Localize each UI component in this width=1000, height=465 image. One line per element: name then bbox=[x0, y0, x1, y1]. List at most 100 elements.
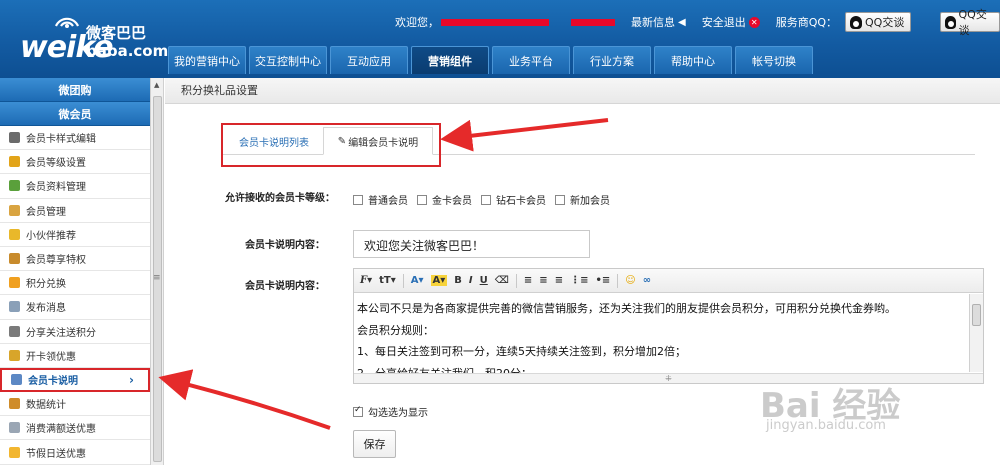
sidebar-item-label: 会员资料管理 bbox=[26, 182, 86, 194]
nav-tab-business-platform[interactable]: 业务平台 bbox=[492, 46, 570, 74]
sidebar-item[interactable]: 小伙伴推荐 bbox=[0, 223, 150, 247]
editor-line: 本公司不只是为各商家提供完善的微信营销服务，还为关注我们的朋友提供会员积分，可用… bbox=[357, 302, 896, 315]
emoji-icon[interactable]: ☺ bbox=[625, 275, 635, 286]
nav-tab-interaction-control[interactable]: 交互控制中心 bbox=[249, 46, 327, 74]
sidebar-item[interactable]: 开卡领优惠 bbox=[0, 344, 150, 368]
unordered-list-icon[interactable]: •≡ bbox=[595, 275, 610, 286]
align-center-icon[interactable]: ≡ bbox=[539, 275, 547, 286]
scroll-up-arrow-icon[interactable]: ▲ bbox=[154, 81, 159, 89]
sidebar-item[interactable]: 节假日送优惠 bbox=[0, 440, 150, 465]
qq-chat-button-1[interactable]: QQ交谈 bbox=[845, 12, 912, 32]
align-left-icon[interactable]: ≡ bbox=[524, 275, 532, 286]
sidebar-item[interactable]: 数据统计 bbox=[0, 392, 150, 417]
nav-tab-help-center[interactable]: 帮助中心 bbox=[654, 46, 732, 74]
welcome-text: 欢迎您， bbox=[395, 14, 615, 30]
sidebar-item[interactable]: 会员卡说明 › bbox=[0, 367, 150, 393]
card-type-option-gold[interactable]: 金卡会员 bbox=[417, 192, 472, 207]
save-button[interactable]: 保存 bbox=[353, 430, 396, 458]
description-body-label: 会员卡说明内容： bbox=[245, 281, 325, 292]
editor-toolbar: F▾ tT▾ A▾ A▾ B I U ⌫ ≡ ≡ ≡ ⋮≡ •≡ ☺ ∞ bbox=[354, 269, 983, 293]
main-nav: 我的营销中心 交互控制中心 互动应用 营销组件 业务平台 行业方案 帮助中心 帐… bbox=[168, 46, 816, 74]
grid-icon bbox=[9, 132, 20, 144]
qq-chat-button-2[interactable]: QQ交谈 bbox=[940, 8, 1000, 37]
nav-tab-interactive-apps[interactable]: 互动应用 bbox=[330, 46, 408, 74]
unlock-icon bbox=[9, 349, 20, 361]
card-type-option-normal[interactable]: 普通会员 bbox=[353, 192, 408, 207]
link-icon[interactable]: ∞ bbox=[643, 275, 651, 286]
nav-tab-industry-solutions[interactable]: 行业方案 bbox=[573, 46, 651, 74]
align-right-icon[interactable]: ≡ bbox=[555, 275, 563, 286]
id-card-icon bbox=[9, 180, 20, 192]
sidebar-group-group-buy[interactable]: 微团购 bbox=[0, 78, 150, 102]
editor-content[interactable]: 本公司不只是为各商家提供完善的微信营销服务，还为关注我们的朋友提供会员积分，可用… bbox=[354, 293, 983, 377]
editor-scrollbar[interactable] bbox=[969, 294, 983, 372]
sidebar-item[interactable]: 会员卡样式编辑 bbox=[0, 126, 150, 151]
checkbox[interactable] bbox=[481, 194, 491, 205]
toolbar-separator bbox=[402, 273, 404, 288]
nav-tab-marketing-components[interactable]: 营销组件 bbox=[411, 46, 489, 74]
font-size-icon[interactable]: tT▾ bbox=[379, 275, 396, 286]
show-checkbox[interactable] bbox=[353, 405, 363, 417]
checkbox[interactable] bbox=[417, 194, 427, 205]
baidu-watermark: Bai 经验 jingyan.baidu.com bbox=[760, 378, 900, 433]
checkbox[interactable] bbox=[353, 194, 363, 205]
sidebar-item[interactable]: 会员尊享特权 bbox=[0, 247, 150, 272]
nav-tab-marketing-center[interactable]: 我的营销中心 bbox=[168, 46, 246, 74]
top-header: weike 微客巴巴 baba.com 欢迎您， 最新信息 ◀ 安全退出 ✕ 服… bbox=[0, 0, 1000, 78]
sidebar-item-label: 分享关注送积分 bbox=[26, 327, 96, 339]
sidebar-item[interactable]: 分享关注送积分 bbox=[0, 320, 150, 344]
font-family-icon[interactable]: F▾ bbox=[360, 275, 372, 286]
service-qq-label: 服务商QQ： bbox=[775, 16, 838, 29]
description-title-input[interactable]: 欢迎您关注微客巴巴！ bbox=[353, 230, 590, 258]
nav-tab-account-switch[interactable]: 帐号切换 bbox=[735, 46, 813, 74]
sidebar-item-label: 会员管理 bbox=[26, 206, 66, 218]
latest-info-link[interactable]: 最新信息 ◀ bbox=[631, 14, 686, 30]
card-type-option-diamond[interactable]: 钻石卡会员 bbox=[481, 192, 546, 207]
eraser-icon[interactable]: ⌫ bbox=[495, 275, 509, 286]
redacted-account bbox=[571, 18, 615, 26]
sidebar-item[interactable]: 消费满额送优惠 bbox=[0, 416, 150, 441]
qq-penguin-icon bbox=[850, 15, 862, 29]
breadcrumb: 积分换礼品设置 bbox=[165, 78, 1000, 104]
medal-icon bbox=[9, 156, 20, 168]
font-color-icon[interactable]: A▾ bbox=[411, 275, 424, 286]
sidebar-item[interactable]: 积分兑换 bbox=[0, 271, 150, 296]
sidebar-item[interactable]: 发布消息 bbox=[0, 295, 150, 320]
checkbox[interactable] bbox=[555, 194, 565, 205]
show-toggle[interactable]: 勾选选为显示 bbox=[353, 404, 428, 419]
sidebar-item[interactable]: 会员管理 bbox=[0, 199, 150, 223]
rich-text-editor[interactable]: F▾ tT▾ A▾ A▾ B I U ⌫ ≡ ≡ ≡ ⋮≡ •≡ ☺ ∞ 本公司… bbox=[353, 268, 984, 384]
receipt-icon bbox=[9, 422, 20, 434]
description-title-label: 会员卡说明内容： bbox=[245, 240, 325, 251]
toolbar-separator bbox=[515, 273, 517, 288]
stats-icon bbox=[9, 398, 20, 410]
latest-info-label: 最新信息 bbox=[631, 16, 675, 29]
underline-icon[interactable]: U bbox=[480, 275, 488, 286]
card-info-icon bbox=[11, 374, 22, 386]
editor-line: 1、每日关注签到可积一分，连续5天持续关注签到，积分增加2倍； bbox=[357, 345, 686, 358]
qq-chat-label: QQ交谈 bbox=[958, 8, 987, 37]
editor-scrollbar-thumb[interactable] bbox=[972, 304, 981, 326]
sidebar-group-membership[interactable]: 微会员 bbox=[0, 102, 150, 126]
sidebar-item[interactable]: 会员资料管理 bbox=[0, 174, 150, 199]
sidebar-scrollbar[interactable]: ▲ ≡ bbox=[150, 78, 164, 465]
option-label: 钻石卡会员 bbox=[496, 196, 546, 207]
brand-logo[interactable]: weike 微客巴巴 baba.com bbox=[16, 10, 169, 65]
sidebar-item-label: 小伙伴推荐 bbox=[26, 230, 76, 242]
highlight-color-icon[interactable]: A▾ bbox=[430, 275, 448, 286]
sidebar-item[interactable]: 会员等级设置 bbox=[0, 150, 150, 175]
sidebar-item-label: 数据统计 bbox=[26, 400, 66, 412]
ordered-list-icon[interactable]: ⋮≡ bbox=[570, 275, 588, 286]
tabs-highlight-box bbox=[221, 123, 441, 167]
bold-icon[interactable]: B bbox=[454, 275, 462, 286]
show-checkbox-label: 勾选选为显示 bbox=[368, 408, 428, 419]
card-type-option-new[interactable]: 新加会员 bbox=[555, 192, 610, 207]
italic-icon[interactable]: I bbox=[469, 275, 473, 286]
brand-domain: baba.com bbox=[86, 42, 169, 60]
logout-link[interactable]: 安全退出 ✕ bbox=[702, 14, 760, 30]
sidebar-item-label: 会员卡说明 bbox=[28, 376, 78, 388]
redacted-username bbox=[441, 18, 549, 26]
sidebar-item-label: 开卡领优惠 bbox=[26, 351, 76, 363]
sidebar-item-label: 会员卡样式编辑 bbox=[26, 134, 96, 146]
toolbar-separator bbox=[617, 273, 619, 288]
